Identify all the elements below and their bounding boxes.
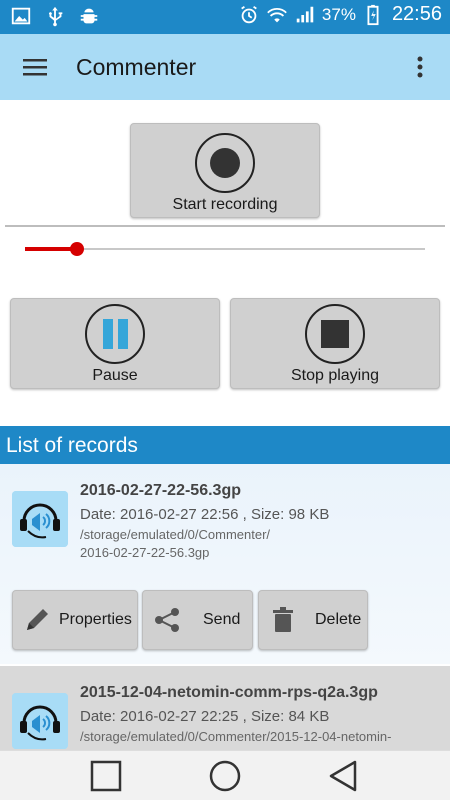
record-path: /storage/emulated/0/Commenter/2015-12-04… (80, 729, 392, 744)
pause-button[interactable]: Pause (10, 298, 220, 389)
seek-track (25, 248, 425, 250)
list-item[interactable]: 2016-02-27-22-56.3gp Date: 2016-02-27 22… (0, 464, 450, 664)
properties-label: Properties (59, 611, 132, 628)
back-icon[interactable] (327, 759, 361, 793)
record-title: 2015-12-04-netomin-comm-rps-q2a.3gp (80, 684, 378, 701)
properties-button[interactable]: Properties (12, 590, 138, 650)
delete-button[interactable]: Delete (258, 590, 368, 650)
pause-icon (85, 304, 145, 364)
pause-label: Pause (92, 367, 138, 384)
wifi-icon (267, 7, 287, 22)
usb-icon (49, 6, 63, 27)
playback-seek-bar[interactable] (25, 238, 425, 260)
divider (5, 225, 445, 227)
headset-thumbnail-icon (12, 693, 68, 749)
pencil-icon (27, 609, 48, 630)
stop-playing-label: Stop playing (290, 367, 380, 384)
battery-percent: 37% (321, 4, 356, 24)
send-label: Send (203, 611, 241, 628)
start-recording-button[interactable]: Start recording (130, 123, 320, 218)
hamburger-menu-icon[interactable] (22, 54, 48, 80)
delete-label: Delete (315, 611, 362, 628)
trash-icon (273, 607, 293, 632)
home-icon[interactable] (208, 759, 242, 793)
record-info: Date: 2016-02-27 22:56 , Size: 98 KB (80, 506, 330, 523)
record-path: /storage/emulated/0/Commenter/ 2016-02-2… (80, 527, 271, 560)
status-bar: 37% 22:56 (0, 0, 450, 34)
list-item[interactable]: 2015-12-04-netomin-comm-rps-q2a.3gp Date… (0, 666, 450, 750)
share-icon (155, 608, 179, 632)
seek-thumb[interactable] (70, 242, 84, 256)
send-button[interactable]: Send (142, 590, 253, 650)
alarm-icon (241, 5, 257, 23)
headset-thumbnail-icon (12, 491, 68, 547)
record-icon (195, 133, 255, 193)
signal-icon (296, 6, 314, 22)
list-header: List of records (0, 426, 450, 464)
android-debug-icon (80, 8, 98, 24)
stop-playing-button[interactable]: Stop playing (230, 298, 440, 389)
recent-apps-icon[interactable] (89, 759, 123, 793)
battery-charging-icon (367, 4, 379, 25)
app-title: Commenter (76, 54, 197, 80)
clock: 22:56 (391, 3, 442, 25)
record-info: Date: 2016-02-27 22:25 , Size: 84 KB (80, 708, 330, 725)
more-vert-icon[interactable] (410, 54, 430, 80)
start-recording-label: Start recording (172, 196, 278, 213)
stop-icon (305, 304, 365, 364)
navigation-bar (0, 750, 450, 800)
image-icon (11, 7, 31, 25)
app-bar: Commenter (0, 34, 450, 100)
record-title: 2016-02-27-22-56.3gp (80, 482, 241, 499)
